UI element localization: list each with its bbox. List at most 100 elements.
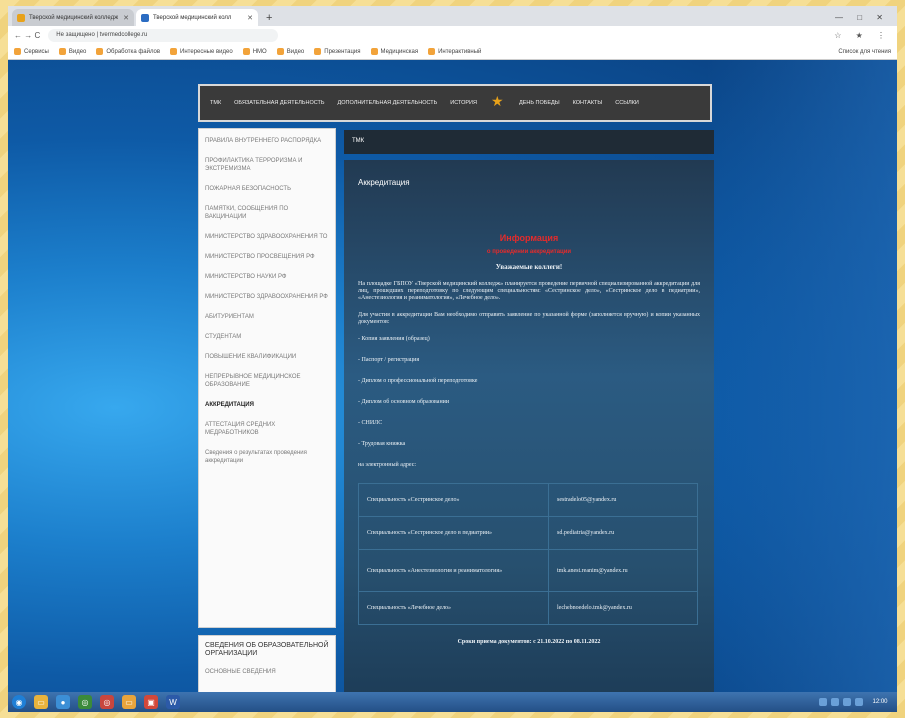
bookmark-item[interactable]: Видео [276,48,304,55]
sidebar-item[interactable]: Аттестация средних медработников [205,421,329,437]
sidebar-item[interactable]: Министерство просвещения РФ [205,253,329,261]
bookmark-item[interactable]: Медицинская [370,48,418,55]
tab-bar: Тверской медицинский колледж ✕ Тверской … [8,6,897,26]
explorer-icon[interactable]: ▭ [34,695,48,709]
specialties-table: Специальность «Сестринское дело» sestrade… [358,483,698,625]
table-row: Специальность «Сестринское дело в педиат… [358,516,698,550]
sidebar-item[interactable]: Пожарная безопасность [205,185,329,193]
chrome-active-icon[interactable]: ◎ [100,695,114,709]
nav-item-main[interactable]: ОБЯЗАТЕЛЬНАЯ ДЕЯТЕЛЬНОСТЬ [234,100,324,106]
bookmark-icon [428,48,436,55]
page-title: Аккредитация [358,178,410,187]
sidebar-item[interactable]: Памятки, сообщения по вакцинации [205,205,329,221]
sidebar-item[interactable]: Повышение квалификации [205,353,329,361]
sidebar-item[interactable]: Студентам [205,333,329,341]
close-icon[interactable]: ✕ [123,14,129,22]
bookmark-item[interactable]: Интерактивный [428,48,481,55]
window-controls[interactable]: — □ ✕ [827,13,897,26]
specialty-name: Специальность «Лечебное дело» [358,591,549,625]
bookmark-icon [14,48,21,55]
site-nav: ТМК ОБЯЗАТЕЛЬНАЯ ДЕЯТЕЛЬНОСТЬ ДОПОЛНИТЕЛ… [198,84,712,122]
url-field[interactable]: Не защищено | tvermedcollege.ru [48,28,279,42]
nav-item-links[interactable]: ССЫЛКИ [615,100,639,106]
bookmark-icon [314,48,322,55]
sidebar-item[interactable]: Основные сведения [205,668,329,676]
document-item: - Диплом об основном образовании [358,399,450,405]
document-item: - Паспорт / регистрация [358,357,420,363]
email-note: на электронный адрес: [358,462,417,468]
tray-icon[interactable] [819,698,827,706]
browser-tab-2[interactable]: Тверской медицинский колл ✕ [136,9,258,26]
reading-list[interactable]: Список для чтения [838,49,891,55]
folder-icon[interactable]: ▭ [122,695,136,709]
sidebar-item[interactable]: Министерство здравоохранения РФ [205,293,329,301]
main-content: Аккредитация Информация о проведении акк… [344,160,714,692]
nav-buttons[interactable]: ← → C [14,31,40,40]
bookmark-item[interactable]: НМО [242,48,267,55]
document-item: - СНИЛС [358,420,383,426]
sidebar-item[interactable]: Профилактика терроризма и экстремизма [205,157,329,173]
documents-list: - Копия заявления (образец) - Паспорт / р… [358,336,700,468]
sidebar-item[interactable]: Правила внутреннего распорядка [205,137,329,145]
specialty-email[interactable]: sestradelo05@yandex.ru [548,483,698,517]
specialty-email[interactable]: sd.pediatria@yandex.ru [548,516,698,550]
bookmark-icon [276,48,284,55]
tab-label: Тверской медицинский колл [153,14,232,21]
browser-actions[interactable]: ☆ ★ ⋮ [834,31,891,40]
sidebar-item[interactable]: Министерство здравоохранения ТО [205,233,329,241]
specialty-email[interactable]: lechebnoedelo.tmk@yandex.ru [548,591,698,625]
nav-item-extra[interactable]: ДОПОЛНИТЕЛЬНАЯ ДЕЯТЕЛЬНОСТЬ [338,100,438,106]
nav-item-history[interactable]: ИСТОРИЯ [450,100,477,106]
media-icon[interactable]: ● [56,695,70,709]
victory-star-icon [490,93,506,110]
nav-item-home[interactable]: ТМК [210,100,221,106]
nav-item-victory-day[interactable]: ДЕНЬ ПОБЕДЫ [519,100,560,106]
bookmark-icon [242,48,250,55]
document-item: - Трудовая книжка [358,441,406,447]
system-tray: 12:00 [819,698,893,706]
sidebar-item[interactable]: Аккредитация [205,401,329,409]
close-icon[interactable]: ✕ [247,14,253,22]
bookmark-item[interactable]: Презентация [314,48,361,55]
tray-icon[interactable] [831,698,839,706]
bookmark-item[interactable]: Видео [58,48,86,55]
bookmark-item[interactable]: Обработка файлов [96,48,160,55]
bookmark-item[interactable]: Сервисы [14,48,49,55]
breadcrumb[interactable]: ТМК [344,130,714,154]
dates-note: Сроки приема документов: с 21.10.2022 по… [457,639,601,645]
table-row: Специальность «Лечебное дело» lechebnoede… [358,591,698,625]
specialty-name: Специальность «Анестезиология и реанимат… [358,549,549,592]
sidebar-item[interactable]: Абитуриентам [205,313,329,321]
specialty-name: Специальность «Сестринское дело в педиат… [358,516,549,550]
sidebar-item[interactable]: Сведения о результатах проведения аккред… [205,449,329,465]
specialty-name: Специальность «Сестринское дело» [358,483,549,517]
start-button-icon[interactable]: ◉ [12,695,26,709]
bookmark-icon [96,48,104,55]
word-icon[interactable]: W [166,695,180,709]
address-bar: ← → C Не защищено | tvermedcollege.ru ☆ … [8,26,897,44]
document-item: - Диплом о профессиональной переподготов… [358,378,478,384]
bookmarks-bar: Сервисы Видео Обработка файлов Интересны… [8,44,897,60]
intro-paragraph: На площадке ГБПОУ «Тверской медицинский … [358,281,700,301]
table-row: Специальность «Сестринское дело» sestrade… [358,483,698,517]
tray-icon[interactable] [843,698,851,706]
bookmark-item[interactable]: Интересные видео [170,48,233,55]
sidebar: Правила внутреннего распорядка Профилакти… [198,128,336,628]
new-tab-button[interactable]: + [260,12,278,26]
bookmark-icon [370,48,378,55]
favicon-icon [17,13,25,22]
browser-tab-1[interactable]: Тверской медицинский колледж ✕ [12,9,134,26]
tray-icon[interactable] [855,698,863,706]
sidebar-item[interactable]: Непрерывное медицинское образование [205,373,329,389]
nav-item-contacts[interactable]: КОНТАКТЫ [573,100,603,106]
info-heading: Информация [499,233,559,243]
app-icon[interactable]: ▣ [144,695,158,709]
specialty-email[interactable]: tmk.anest.reanim@yandex.ru [548,549,698,592]
sidebar-item[interactable]: Министерство науки РФ [205,273,329,281]
chrome-icon[interactable]: ◎ [78,695,92,709]
sidebar-org-info: Сведения об образовательной организации … [198,635,336,692]
clock[interactable]: 12:00 [867,699,893,705]
screen: Тверской медицинский колледж ✕ Тверской … [8,6,897,712]
sidebar-section-title: Сведения об образовательной организации [205,642,329,657]
info-subheading: о проведении аккредитации [486,249,572,255]
